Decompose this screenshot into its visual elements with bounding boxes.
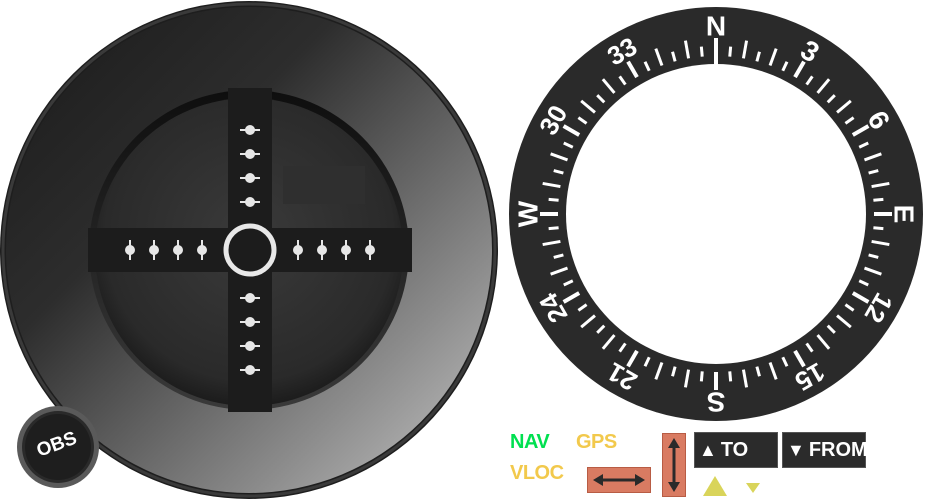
cdi-vertical-dot	[245, 317, 255, 327]
to-label: TO	[720, 438, 749, 461]
compass-label: S	[707, 387, 726, 418]
compass-label: N	[706, 11, 726, 42]
cdi-lateral-dot	[365, 245, 375, 255]
down-triangle-icon: ▼	[787, 439, 805, 460]
cdi-lateral-dot	[317, 245, 327, 255]
compass-label: W	[513, 200, 544, 227]
left-right-arrow-icon	[593, 474, 645, 486]
cdi-vertical-dot	[245, 197, 255, 207]
up-triangle-icon: ▲	[699, 439, 717, 460]
cdi-center-ring	[223, 223, 277, 277]
cdi-lateral-dot	[293, 245, 303, 255]
cdi-vertical-dot	[245, 125, 255, 135]
from-indicator-triangle	[746, 483, 760, 493]
cdi-lateral-dot	[341, 245, 351, 255]
cdi-vertical-dot	[245, 293, 255, 303]
cdi-vertical-dot	[245, 365, 255, 375]
vloc-source-label[interactable]: VLOC	[510, 462, 564, 485]
cdi-instrument: N36E1215S2124W3033	[0, 1, 923, 499]
gps-source-label[interactable]: GPS	[576, 431, 617, 454]
compass-tick	[873, 226, 884, 231]
compass-tick	[873, 197, 884, 202]
compass-tick	[728, 46, 733, 57]
compass-tick	[548, 197, 559, 202]
nav-source-label[interactable]: NAV	[510, 431, 550, 454]
cdi-vertical-dot	[245, 341, 255, 351]
horizontal-arrow-button[interactable]	[587, 467, 651, 493]
from-button[interactable]: ▼ FROM	[782, 432, 868, 468]
cdi-vertical-dot	[245, 149, 255, 159]
cdi-lateral-dot	[197, 245, 207, 255]
compass-tick	[699, 46, 704, 57]
to-button[interactable]: ▲ TO	[694, 432, 778, 468]
up-down-arrow-icon	[668, 438, 680, 492]
to-indicator-triangle	[703, 476, 727, 496]
compass-tick	[728, 371, 733, 382]
compass-tick	[699, 371, 704, 382]
cdi-lateral-dot	[149, 245, 159, 255]
from-label: FROM	[808, 438, 868, 461]
cdi-vertical-dot	[245, 173, 255, 183]
compass-tick	[548, 226, 559, 231]
compass-label: E	[889, 205, 920, 224]
cdi-lateral-dot	[125, 245, 135, 255]
vertical-arrow-button[interactable]	[662, 433, 686, 497]
cdi-warning-flag	[283, 166, 365, 204]
cdi-lateral-dot	[173, 245, 183, 255]
compass-card-center	[566, 64, 866, 364]
